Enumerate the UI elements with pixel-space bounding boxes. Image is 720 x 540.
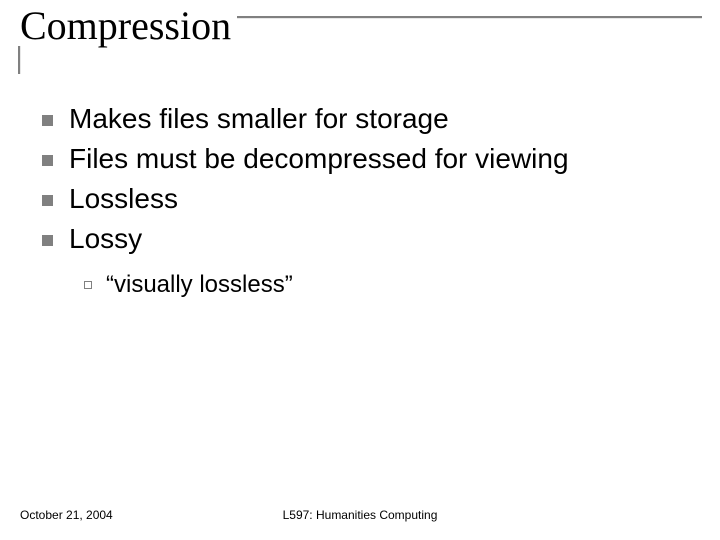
sub-bullet-item: “visually lossless” [84, 271, 682, 299]
sub-bullet-text: “visually lossless” [106, 271, 293, 299]
bullet-icon [42, 235, 53, 246]
bullet-icon [42, 195, 53, 206]
slide-title: Compression [16, 6, 237, 46]
bullet-text: Lossy [69, 222, 142, 256]
bullet-item: Lossless [42, 182, 682, 216]
bullet-item: Lossy [42, 222, 682, 256]
title-area: Compression [18, 6, 702, 46]
sub-bullet-icon [84, 281, 92, 289]
bullet-text: Files must be decompressed for viewing [69, 142, 569, 176]
bullet-text: Makes files smaller for storage [69, 102, 449, 136]
body-area: Makes files smaller for storage Files mu… [42, 102, 682, 299]
bullet-item: Files must be decompressed for viewing [42, 142, 682, 176]
bullet-icon [42, 155, 53, 166]
slide: Compression Makes files smaller for stor… [0, 0, 720, 540]
bullet-item: Makes files smaller for storage [42, 102, 682, 136]
bullet-text: Lossless [69, 182, 178, 216]
footer-center: L597: Humanities Computing [0, 508, 720, 522]
bullet-icon [42, 115, 53, 126]
